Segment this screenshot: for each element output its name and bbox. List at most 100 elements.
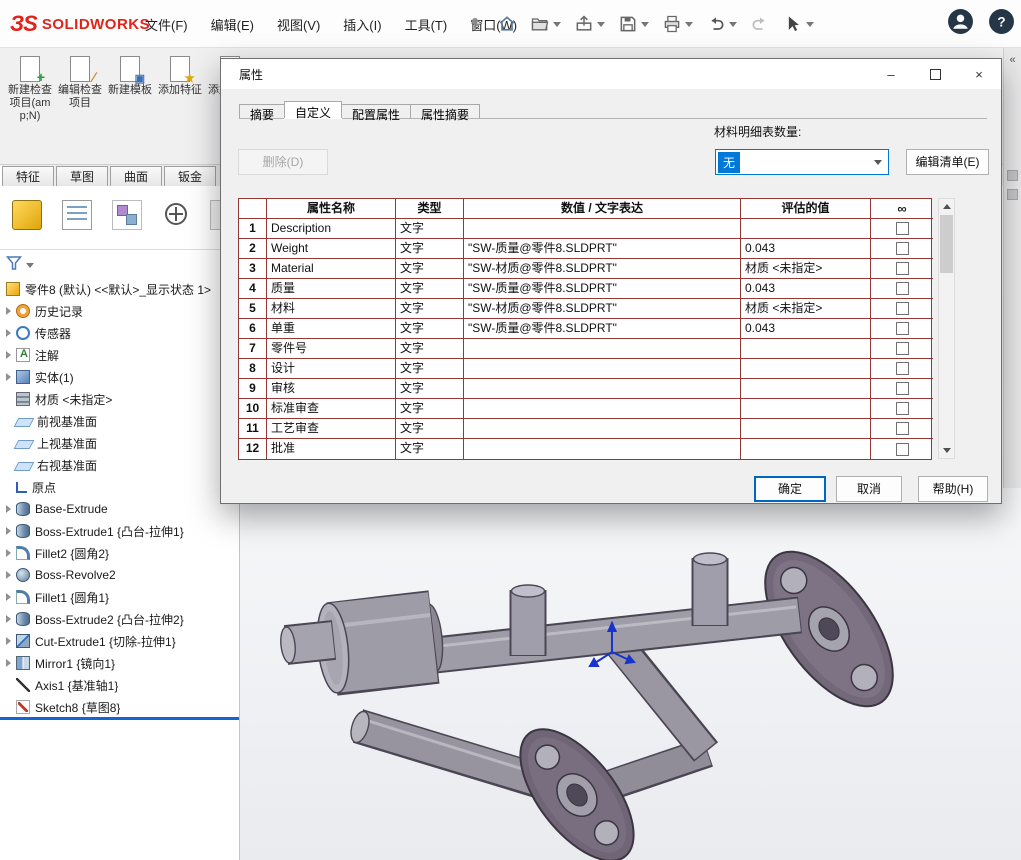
chevron-down-icon[interactable] bbox=[685, 22, 693, 27]
ribbon-button-3[interactable]: 添加特征 bbox=[156, 54, 204, 97]
cell-type[interactable]: 文字 bbox=[396, 259, 464, 279]
link-checkbox[interactable] bbox=[896, 242, 909, 255]
cell-property-name[interactable]: Material bbox=[267, 259, 396, 279]
tree-item[interactable]: Mirror1 {镜向1} bbox=[0, 652, 240, 674]
cell-expression[interactable]: "SW-材质@零件8.SLDPRT" bbox=[464, 259, 741, 279]
expand-arrow-icon[interactable] bbox=[6, 329, 11, 337]
menu-item-1[interactable]: 编辑(E) bbox=[208, 11, 257, 38]
expand-arrow-icon[interactable] bbox=[6, 615, 11, 623]
row-number[interactable]: 9 bbox=[239, 379, 267, 399]
tree-item[interactable]: Base-Extrude bbox=[0, 498, 240, 520]
cell-expression[interactable] bbox=[464, 359, 741, 379]
redo-icon[interactable] bbox=[750, 14, 770, 34]
cell-expression[interactable]: "SW-材质@零件8.SLDPRT" bbox=[464, 299, 741, 319]
cell-type[interactable]: 文字 bbox=[396, 399, 464, 419]
cell-type[interactable]: 文字 bbox=[396, 439, 464, 459]
cell-property-name[interactable]: Description bbox=[267, 219, 396, 239]
scroll-up-icon[interactable] bbox=[939, 199, 954, 214]
cell-property-name[interactable]: 工艺审查 bbox=[267, 419, 396, 439]
tree-item[interactable]: Sketch8 {草图8} bbox=[0, 696, 240, 718]
link-checkbox[interactable] bbox=[896, 302, 909, 315]
cell-property-name[interactable]: 零件号 bbox=[267, 339, 396, 359]
tree-item[interactable]: 历史记录 bbox=[0, 300, 240, 322]
chevron-down-icon[interactable] bbox=[597, 22, 605, 27]
collapse-panel-icon[interactable]: « bbox=[1004, 54, 1021, 66]
cell-expression[interactable] bbox=[464, 219, 741, 239]
cell-expression[interactable]: "SW-质量@零件8.SLDPRT" bbox=[464, 279, 741, 299]
tree-item[interactable]: Fillet1 {圆角1} bbox=[0, 586, 240, 608]
row-number[interactable]: 6 bbox=[239, 319, 267, 339]
cell-evaluated[interactable] bbox=[741, 219, 871, 239]
featuremanager-tab-icon[interactable] bbox=[12, 200, 42, 230]
pin-icon[interactable] bbox=[466, 15, 484, 33]
cell-evaluated[interactable] bbox=[741, 399, 871, 419]
ribbon-button-1[interactable]: 编辑检查项目 bbox=[56, 54, 104, 110]
chevron-down-icon[interactable] bbox=[26, 263, 34, 268]
tree-item[interactable]: 原点 bbox=[0, 476, 240, 498]
chevron-down-icon[interactable] bbox=[553, 22, 561, 27]
cell-evaluated[interactable] bbox=[741, 439, 871, 459]
menu-item-3[interactable]: 插入(I) bbox=[340, 11, 384, 38]
close-icon[interactable]: × bbox=[957, 59, 1001, 89]
cell-type[interactable]: 文字 bbox=[396, 299, 464, 319]
configurationmanager-tab-icon[interactable] bbox=[112, 200, 142, 230]
help-button[interactable]: 帮助(H) bbox=[918, 476, 988, 502]
link-checkbox[interactable] bbox=[896, 342, 909, 355]
tree-item[interactable]: Fillet2 {圆角2} bbox=[0, 542, 240, 564]
link-checkbox[interactable] bbox=[896, 282, 909, 295]
link-checkbox[interactable] bbox=[896, 262, 909, 275]
open-folder-icon[interactable] bbox=[530, 14, 561, 34]
cell-type[interactable]: 文字 bbox=[396, 359, 464, 379]
dialog-tab-2[interactable]: 配置属性 bbox=[341, 104, 411, 118]
select-cursor-icon[interactable] bbox=[783, 14, 814, 34]
tree-item[interactable]: Boss-Revolve2 bbox=[0, 564, 240, 586]
ok-button[interactable]: 确定 bbox=[754, 476, 826, 502]
commandmanager-tab-1[interactable]: 草图 bbox=[56, 166, 108, 186]
cell-expression[interactable] bbox=[464, 439, 741, 459]
cancel-button[interactable]: 取消 bbox=[836, 476, 902, 502]
cell-type[interactable]: 文字 bbox=[396, 319, 464, 339]
account-icon[interactable] bbox=[947, 8, 974, 40]
cell-property-name[interactable]: 批准 bbox=[267, 439, 396, 459]
link-checkbox[interactable] bbox=[896, 422, 909, 435]
dimxpert-tab-icon[interactable] bbox=[165, 203, 187, 225]
tree-item[interactable]: 传感器 bbox=[0, 322, 240, 344]
table-scrollbar[interactable] bbox=[938, 198, 955, 459]
cell-property-name[interactable]: 审核 bbox=[267, 379, 396, 399]
expand-arrow-icon[interactable] bbox=[6, 659, 11, 667]
filter-funnel-icon[interactable] bbox=[6, 255, 22, 276]
cell-evaluated[interactable] bbox=[741, 419, 871, 439]
scroll-down-icon[interactable] bbox=[939, 443, 954, 458]
publish-icon[interactable] bbox=[574, 14, 605, 34]
tree-item[interactable]: 注解 bbox=[0, 344, 240, 366]
help-icon[interactable]: ? bbox=[988, 8, 1015, 40]
link-checkbox[interactable] bbox=[896, 222, 909, 235]
scrollbar-thumb[interactable] bbox=[940, 215, 953, 273]
maximize-icon[interactable] bbox=[913, 59, 957, 89]
cell-property-name[interactable]: 标准审查 bbox=[267, 399, 396, 419]
commandmanager-tab-0[interactable]: 特征 bbox=[2, 166, 54, 186]
delete-button[interactable]: 删除(D) bbox=[238, 149, 328, 175]
tree-item[interactable]: 右视基准面 bbox=[0, 454, 240, 476]
propertymanager-tab-icon[interactable] bbox=[62, 200, 92, 230]
link-checkbox[interactable] bbox=[896, 382, 909, 395]
row-number[interactable]: 5 bbox=[239, 299, 267, 319]
ribbon-button-2[interactable]: 新建模板 bbox=[106, 54, 154, 97]
row-number[interactable]: 11 bbox=[239, 419, 267, 439]
print-icon[interactable] bbox=[662, 14, 693, 34]
cell-evaluated[interactable] bbox=[741, 339, 871, 359]
expand-arrow-icon[interactable] bbox=[6, 549, 11, 557]
tree-item[interactable]: 实体(1) bbox=[0, 366, 240, 388]
menu-item-4[interactable]: 工具(T) bbox=[402, 11, 451, 38]
menu-item-0[interactable]: 文件(F) bbox=[142, 11, 191, 38]
chevron-down-icon[interactable] bbox=[729, 22, 737, 27]
minimize-icon[interactable]: – bbox=[869, 59, 913, 89]
expand-arrow-icon[interactable] bbox=[6, 505, 11, 513]
link-checkbox[interactable] bbox=[896, 402, 909, 415]
row-number[interactable]: 12 bbox=[239, 439, 267, 459]
cell-type[interactable]: 文字 bbox=[396, 379, 464, 399]
tree-item[interactable]: Axis1 {基准轴1} bbox=[0, 674, 240, 696]
cell-type[interactable]: 文字 bbox=[396, 239, 464, 259]
rollback-bar[interactable] bbox=[0, 717, 239, 720]
expand-arrow-icon[interactable] bbox=[6, 637, 11, 645]
